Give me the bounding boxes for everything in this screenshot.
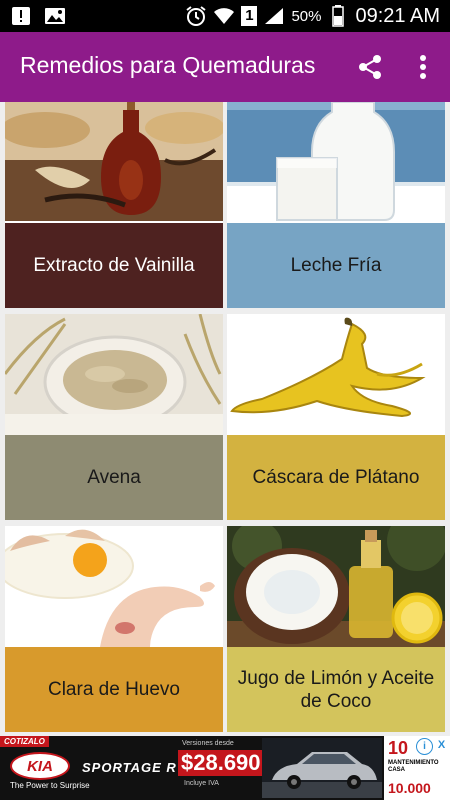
egg-white-image xyxy=(5,526,223,647)
oats-image xyxy=(5,314,223,435)
close-icon: X xyxy=(437,739,446,751)
battery-icon xyxy=(327,5,349,27)
ad-promo-value-bottom: 10.000 xyxy=(388,780,431,796)
app-title: Remedios para Quemaduras xyxy=(20,52,316,78)
remedy-card-oats[interactable]: Avena xyxy=(5,314,223,520)
remedy-label: Extracto de Vainilla xyxy=(5,223,223,308)
ad-banner[interactable]: COTIZALO KIA The Power to Surprise SPORT… xyxy=(0,736,450,800)
banana-peel-image xyxy=(227,314,445,435)
ad-promo-text: MANTENIMIENTO CASA xyxy=(388,760,439,773)
ad-slogan: The Power to Surprise xyxy=(10,781,90,790)
remedy-card-lemon-coconut[interactable]: Jugo de Limón y Aceite de Coco xyxy=(227,526,445,732)
share-button[interactable] xyxy=(356,53,384,81)
sim-slot-badge: 1 xyxy=(241,6,258,26)
battery-percent: 50% xyxy=(291,7,322,25)
ad-price: $28.690 xyxy=(178,750,264,776)
more-vert-icon xyxy=(420,55,426,79)
clock: 09:21 AM xyxy=(355,4,440,27)
ad-close-button[interactable]: X xyxy=(434,738,449,753)
ad-promo-value-top: 10 xyxy=(388,738,409,758)
ad-choices-button[interactable]: i xyxy=(416,738,433,755)
remedy-label: Cáscara de Plátano xyxy=(227,435,445,520)
wifi-icon xyxy=(213,6,235,26)
kia-logo: KIA xyxy=(10,752,70,780)
overflow-menu-button[interactable] xyxy=(411,53,435,81)
ad-price-caption: Versiones desde xyxy=(182,740,234,747)
remedy-card-banana-peel[interactable]: Cáscara de Plátano xyxy=(227,314,445,520)
app-bar: Remedios para Quemaduras xyxy=(0,32,450,102)
remedy-label: Avena xyxy=(5,435,223,520)
ad-tag: COTIZALO xyxy=(0,736,49,747)
lemon-coconut-image xyxy=(227,526,445,647)
alarm-icon xyxy=(185,6,207,26)
vanilla-image xyxy=(5,102,223,221)
signal-strength-icon xyxy=(263,6,285,26)
milk-image xyxy=(227,102,445,223)
ad-model: SPORTAGE R xyxy=(82,760,177,775)
remedy-label: Leche Fría xyxy=(227,223,445,308)
remedy-card-egg-white[interactable]: Clara de Huevo xyxy=(5,526,223,732)
ad-brand: KIA xyxy=(27,757,53,775)
image-notification-icon xyxy=(44,6,66,26)
ad-price-note: Incluye IVA xyxy=(184,780,219,787)
share-icon xyxy=(359,55,381,79)
remedy-label: Jugo de Limón y Aceite de Coco xyxy=(227,647,445,732)
remedy-label: Clara de Huevo xyxy=(5,647,223,732)
ad-car-image xyxy=(262,738,382,798)
alert-notification-icon xyxy=(10,6,32,26)
ad-choices-icon: i xyxy=(423,741,426,752)
remedies-grid: Extracto de Vainilla Leche Fría Avena Cá… xyxy=(0,102,450,736)
status-bar: 1 50% 09:21 AM xyxy=(0,0,450,32)
remedy-card-vanilla[interactable]: Extracto de Vainilla xyxy=(5,102,223,308)
remedy-card-milk[interactable]: Leche Fría xyxy=(227,102,445,308)
